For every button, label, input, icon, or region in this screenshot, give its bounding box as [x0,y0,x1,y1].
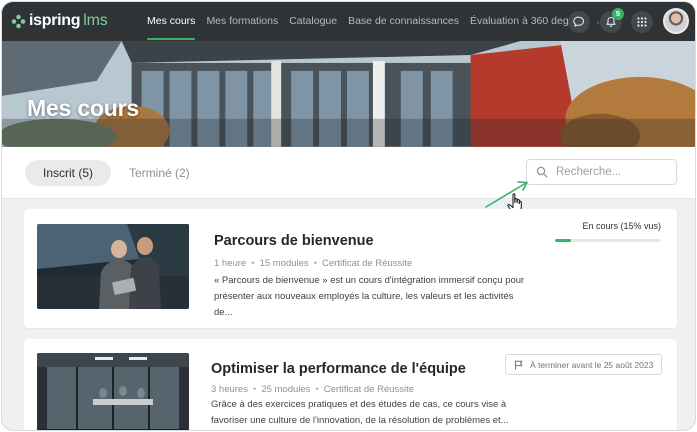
logo-text-ispring: ispring [29,12,81,29]
hero-banner: Mes cours [2,41,695,147]
nav-item-mes-formations[interactable]: Mes formations [206,2,278,41]
nav-menu: Mes cours Mes formations Catalogue Base … [147,2,611,41]
search-box[interactable] [526,159,677,185]
nav-item-mes-cours[interactable]: Mes cours [147,2,196,41]
course-certificate: Certificat de Réussite [323,384,415,395]
logo-text-lms: lms [83,12,108,29]
flag-icon [515,360,523,369]
course-status: En cours (15% vus) [582,221,661,231]
user-avatar[interactable] [663,8,689,34]
course-title[interactable]: Optimiser la performance de l'équipe [211,361,466,377]
nav-item-base-connaissances[interactable]: Base de connaissances [348,2,459,41]
building-illustration [2,41,695,147]
course-image [37,224,189,309]
course-modules: 15 modules [259,258,309,269]
course-card[interactable]: Parcours de bienvenue 1 heure • 15 modules… [24,209,677,328]
ispring-leaf-icon [11,14,26,28]
course-title[interactable]: Parcours de bienvenue [214,233,374,249]
course-certificate: Certificat de Réussite [322,258,413,269]
course-meta: 1 heure • 15 modules • Certificat de Réussit… [214,258,413,269]
nav-item-catalogue[interactable]: Catalogue [289,2,337,41]
search-icon [536,166,548,178]
course-meta: 3 heures • 25 modules • Certificat de Réussi… [211,384,415,395]
app-window: ispring lms Mes cours Mes formations Cat… [1,1,696,431]
tab-inscrit[interactable]: Inscrit (5) [25,160,111,186]
chat-button[interactable] [568,11,590,33]
course-thumbnail[interactable] [37,224,189,309]
tabs-bar: Inscrit (5) Terminé (2) [2,147,695,199]
nav-item-evaluation-360[interactable]: Évaluation à 360 degrés [470,2,583,41]
course-duration: 1 heure [214,258,247,269]
course-thumbnail[interactable] [37,353,189,430]
course-description: Grâce à des exercices pratiques et des é… [211,399,509,426]
page-title: Mes cours [27,95,139,121]
course-progress-bar [555,239,661,242]
notification-count-badge: 5 [612,8,624,20]
chat-icon [573,16,585,27]
course-modules: 25 modules [261,384,311,395]
ispring-logo[interactable]: ispring lms [11,11,108,31]
course-progress-fill [555,239,571,242]
search-input[interactable] [556,166,666,178]
tab-termine[interactable]: Terminé (2) [129,160,190,186]
deadline-badge: À terminer avant le 25 août 2023 [505,354,662,375]
top-navigation: ispring lms Mes cours Mes formations Cat… [2,2,695,41]
course-image [37,353,189,430]
apps-grid-icon [637,17,647,27]
apps-button[interactable] [631,11,653,33]
course-card[interactable]: Optimiser la performance de l'équipe 3 h… [24,339,677,430]
notifications-button[interactable]: 5 [600,8,624,33]
course-description: « Parcours de bienvenue » est un cours d… [214,275,525,318]
deadline-text: À terminer avant le 25 août 2023 [530,359,654,370]
course-duration: 3 heures [211,384,248,395]
